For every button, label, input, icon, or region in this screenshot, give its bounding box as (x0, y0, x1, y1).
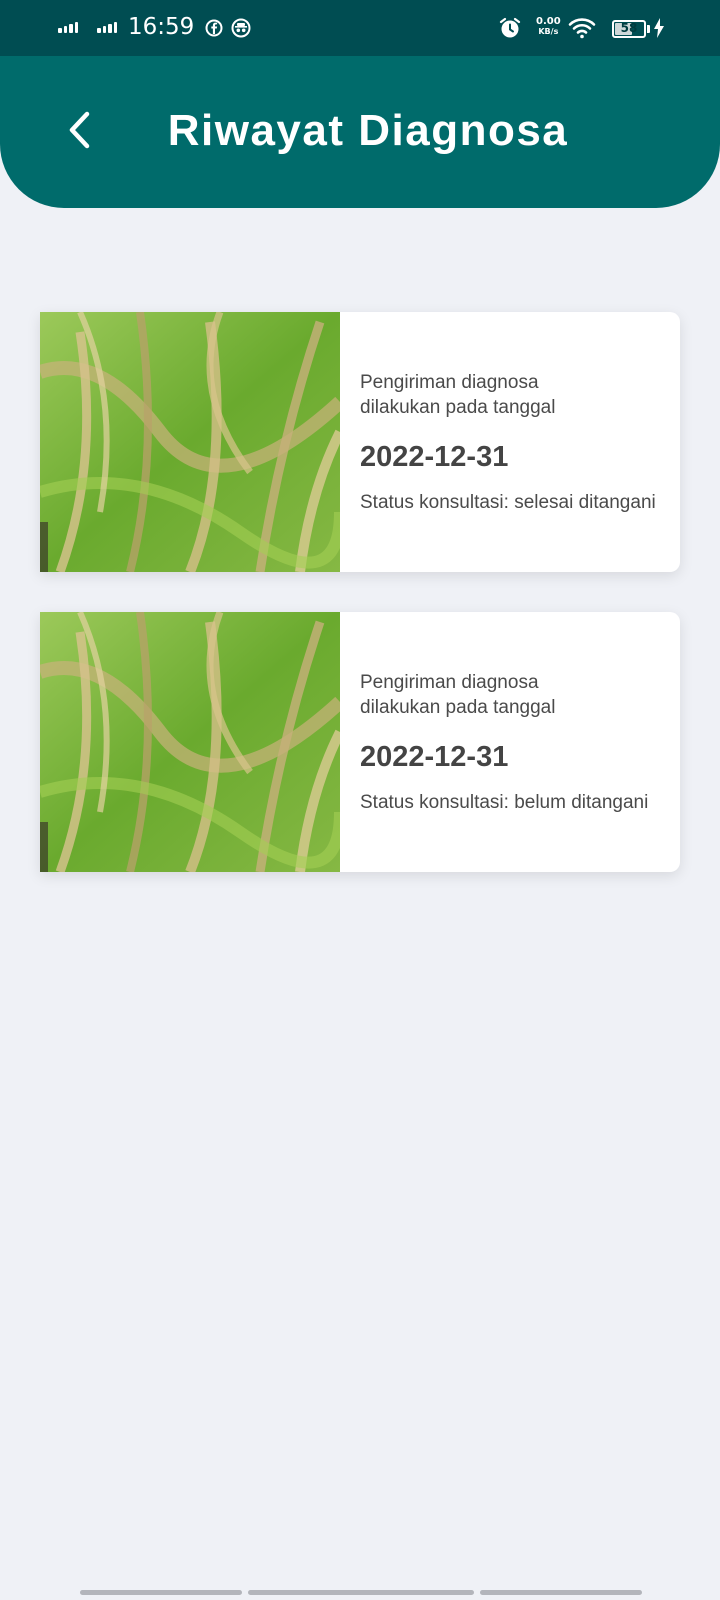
diagnosis-label: Pengiriman diagnosa dilakukan pada tangg… (360, 372, 556, 418)
rice-plant-photo (40, 612, 340, 872)
gesture-nav-bar[interactable] (80, 1590, 642, 1595)
nav-pill[interactable] (480, 1590, 642, 1595)
signal-icon (97, 22, 117, 33)
consultation-status: Status konsultasi: belum ditangani (360, 792, 649, 813)
battery-tip (647, 25, 650, 33)
page-title: Riwayat Diagnosa (167, 106, 569, 155)
nav-pill[interactable] (80, 1590, 242, 1595)
battery-icon: 58 (612, 20, 646, 38)
diagnosis-label: Pengiriman diagnosa dilakukan pada tangg… (360, 672, 556, 718)
charging-icon (653, 18, 665, 43)
diagnosis-details: Pengiriman diagnosa dilakukan pada tangg… (360, 312, 680, 572)
status-time: 16:59 (128, 14, 195, 40)
incognito-icon (231, 18, 251, 43)
nav-pill[interactable] (248, 1590, 474, 1595)
diagnosis-date: 2022-12-31 (360, 441, 509, 473)
battery-level: 58 (620, 21, 638, 35)
signal-icon (58, 22, 78, 33)
alarm-icon (498, 16, 522, 45)
status-bar: 16:59 0.00 KB/s 58 (0, 0, 720, 56)
diagnosis-details: Pengiriman diagnosa dilakukan pada tangg… (360, 612, 680, 872)
network-speed-value: 0.00 (536, 16, 561, 27)
diagnosis-date: 2022-12-31 (360, 741, 509, 773)
network-speed: 0.00 KB/s (536, 16, 561, 36)
consultation-status: Status konsultasi: selesai ditangani (360, 492, 656, 513)
wifi-icon (568, 16, 596, 45)
network-speed-unit: KB/s (538, 27, 559, 36)
rice-plant-photo (40, 312, 340, 572)
facebook-icon (205, 19, 223, 42)
diagnosis-card[interactable]: Pengiriman diagnosa dilakukan pada tangg… (40, 612, 680, 872)
diagnosis-card[interactable]: Pengiriman diagnosa dilakukan pada tangg… (40, 312, 680, 572)
app-bar: Riwayat Diagnosa (0, 56, 720, 208)
